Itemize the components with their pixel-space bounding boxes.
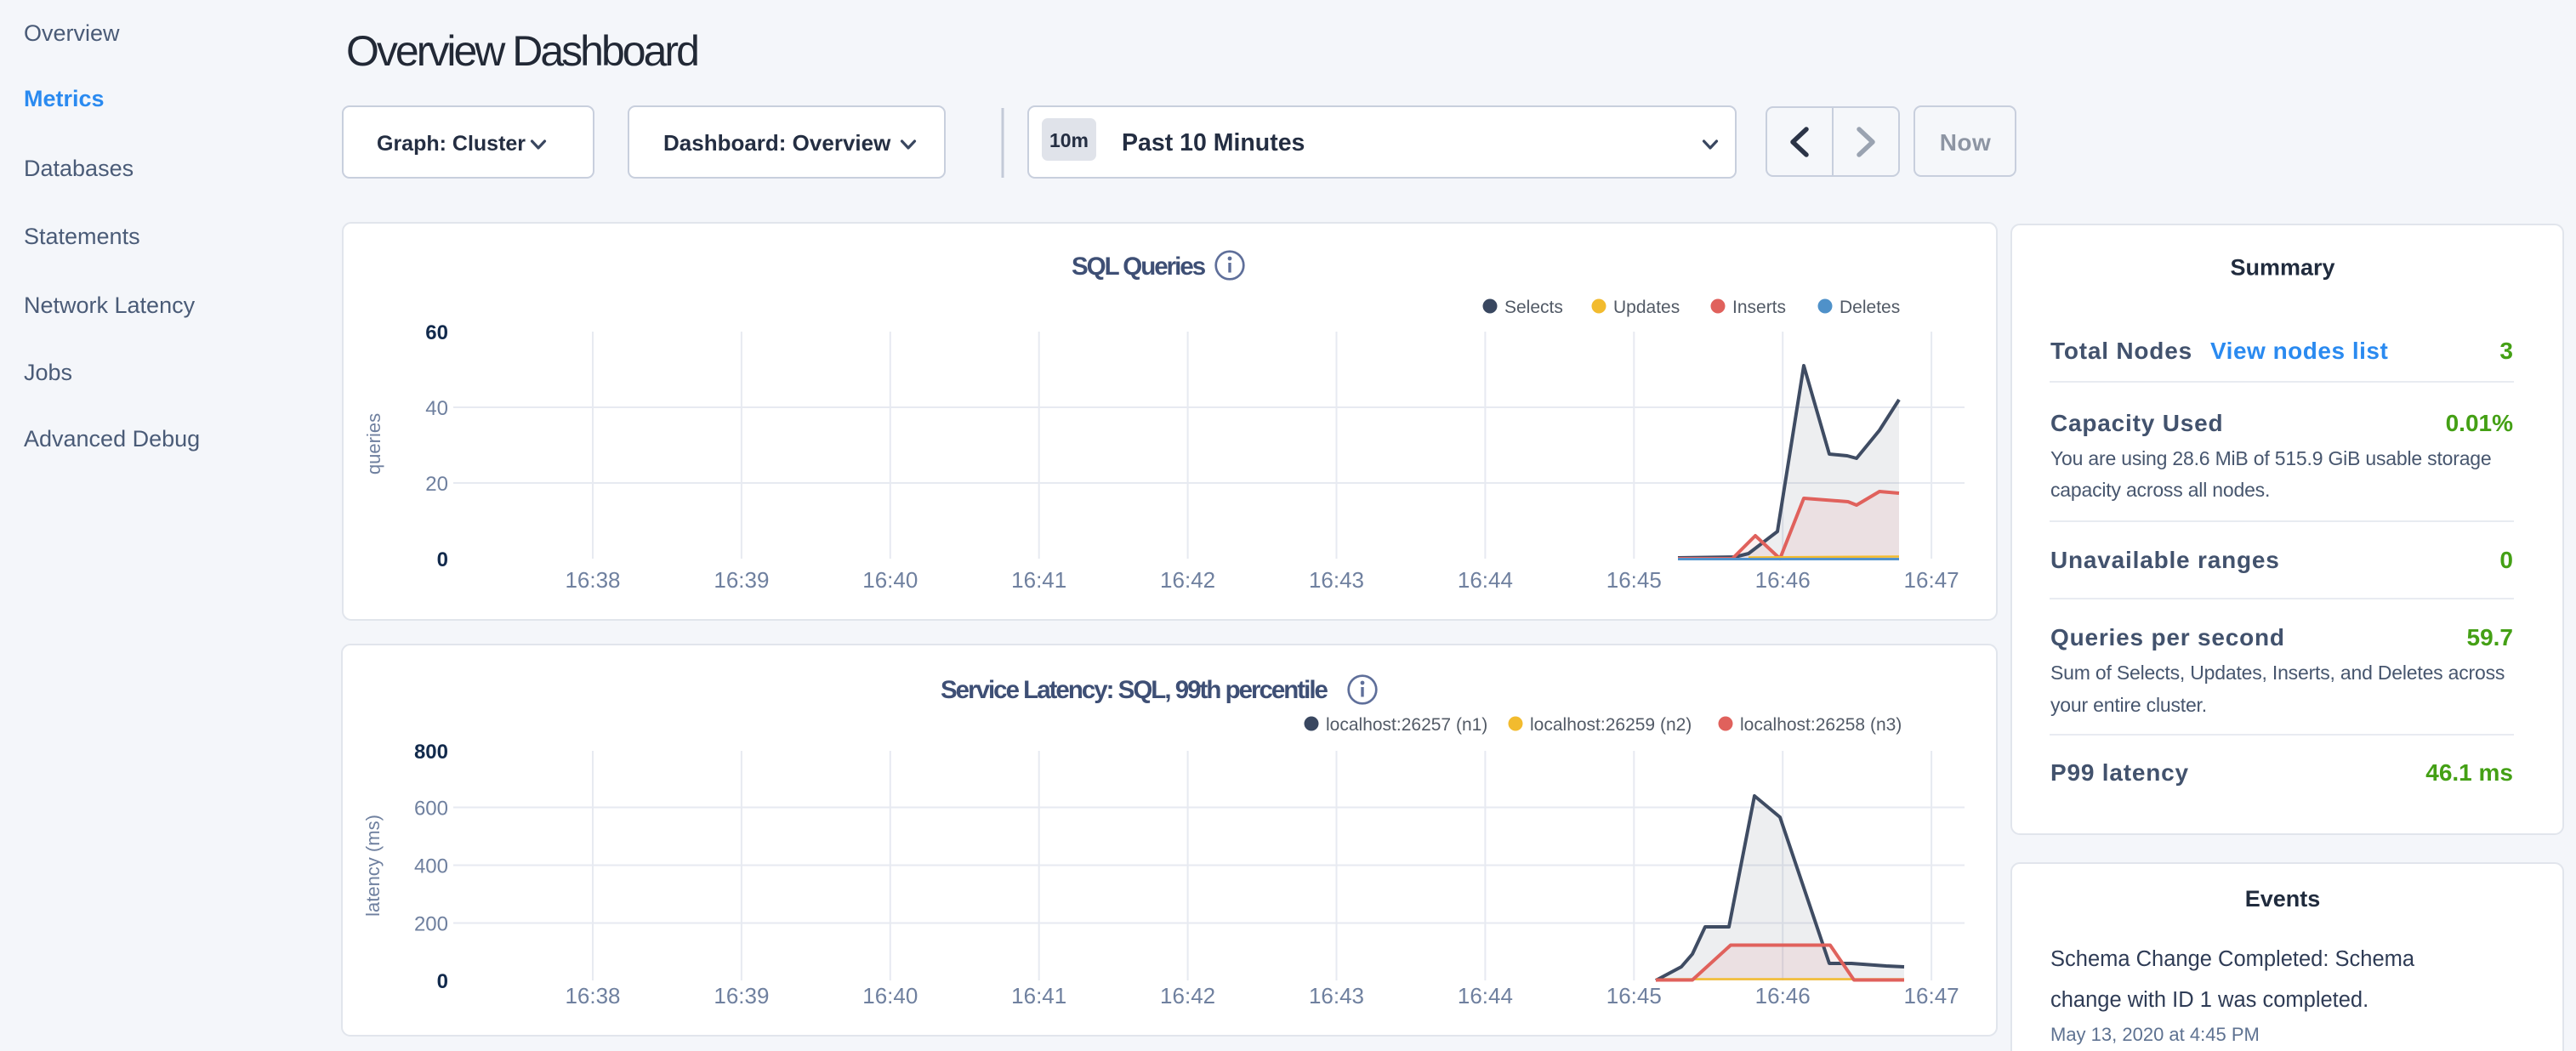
svg-text:3: 3 xyxy=(2499,338,2513,364)
svg-text:46.1 ms: 46.1 ms xyxy=(2425,759,2513,786)
svg-text:May 13, 2020 at 4:45 PM: May 13, 2020 at 4:45 PM xyxy=(2050,1024,2260,1045)
svg-text:16:38: 16:38 xyxy=(565,567,620,593)
svg-text:Databases: Databases xyxy=(24,156,134,181)
svg-text:16:46: 16:46 xyxy=(1755,983,1811,1008)
svg-text:Now: Now xyxy=(1940,129,1992,156)
svg-text:400: 400 xyxy=(414,855,448,878)
svg-text:Inserts: Inserts xyxy=(1732,298,1786,317)
svg-text:16:45: 16:45 xyxy=(1606,983,1662,1008)
svg-text:16:40: 16:40 xyxy=(862,983,918,1008)
svg-text:16:45: 16:45 xyxy=(1606,567,1662,593)
svg-text:16:42: 16:42 xyxy=(1160,983,1215,1008)
svg-text:Selects: Selects xyxy=(1504,298,1563,317)
svg-text:59.7: 59.7 xyxy=(2467,624,2514,650)
svg-text:Unavailable ranges: Unavailable ranges xyxy=(2050,547,2280,573)
svg-text:Overview Dashboard: Overview Dashboard xyxy=(346,27,697,75)
svg-text:Graph: Cluster: Graph: Cluster xyxy=(377,132,526,156)
svg-text:16:41: 16:41 xyxy=(1011,567,1066,593)
svg-text:16:46: 16:46 xyxy=(1755,567,1811,593)
svg-text:20: 20 xyxy=(425,473,448,496)
svg-text:localhost:26259 (n2): localhost:26259 (n2) xyxy=(1530,715,1692,735)
svg-text:Queries per second: Queries per second xyxy=(2050,624,2285,650)
svg-text:Summary: Summary xyxy=(2230,255,2334,281)
svg-text:latency (ms): latency (ms) xyxy=(362,815,384,917)
svg-text:600: 600 xyxy=(414,798,448,821)
svg-text:Updates: Updates xyxy=(1613,298,1680,317)
svg-text:P99 latency: P99 latency xyxy=(2050,759,2189,786)
svg-text:60: 60 xyxy=(425,321,448,344)
svg-text:16:43: 16:43 xyxy=(1309,983,1364,1008)
svg-text:16:39: 16:39 xyxy=(714,983,769,1008)
svg-text:Sum of Selects, Updates, Inser: Sum of Selects, Updates, Inserts, and De… xyxy=(2050,662,2505,684)
svg-text:10m: 10m xyxy=(1049,129,1089,151)
svg-text:Past 10 Minutes: Past 10 Minutes xyxy=(1122,129,1305,156)
svg-text:your entire cluster.: your entire cluster. xyxy=(2050,694,2207,716)
svg-text:16:44: 16:44 xyxy=(1458,983,1513,1008)
svg-text:Overview: Overview xyxy=(24,20,120,46)
svg-text:0: 0 xyxy=(2499,547,2513,573)
svg-text:16:38: 16:38 xyxy=(565,983,620,1008)
svg-text:16:47: 16:47 xyxy=(1904,983,1959,1008)
svg-text:Events: Events xyxy=(2245,886,2321,912)
svg-text:localhost:26258 (n3): localhost:26258 (n3) xyxy=(1740,715,1902,735)
svg-text:View nodes list: View nodes list xyxy=(2210,338,2388,364)
svg-text:Service Latency: SQL, 99th per: Service Latency: SQL, 99th percentile xyxy=(941,676,1328,704)
svg-text:200: 200 xyxy=(414,913,448,936)
svg-text:Network Latency: Network Latency xyxy=(24,293,196,318)
svg-text:Metrics: Metrics xyxy=(24,86,105,111)
svg-text:localhost:26257 (n1): localhost:26257 (n1) xyxy=(1326,715,1487,735)
svg-text:capacity across all nodes.: capacity across all nodes. xyxy=(2050,479,2270,501)
svg-text:0: 0 xyxy=(437,548,448,571)
svg-text:40: 40 xyxy=(425,397,448,420)
svg-text:Schema Change Completed: Schem: Schema Change Completed: Schema xyxy=(2050,947,2415,971)
svg-text:16:41: 16:41 xyxy=(1011,983,1066,1008)
svg-text:Statements: Statements xyxy=(24,224,140,249)
svg-text:16:43: 16:43 xyxy=(1309,567,1364,593)
svg-text:You are using 28.6 MiB of 515.: You are using 28.6 MiB of 515.9 GiB usab… xyxy=(2050,447,2492,469)
svg-text:0: 0 xyxy=(437,970,448,993)
svg-text:16:42: 16:42 xyxy=(1160,567,1215,593)
svg-text:16:47: 16:47 xyxy=(1904,567,1959,593)
svg-text:16:39: 16:39 xyxy=(714,567,769,593)
svg-text:16:44: 16:44 xyxy=(1458,567,1513,593)
svg-text:Jobs: Jobs xyxy=(24,360,72,385)
svg-text:Deletes: Deletes xyxy=(1840,298,1900,317)
svg-text:Advanced Debug: Advanced Debug xyxy=(24,426,200,452)
svg-text:Total Nodes: Total Nodes xyxy=(2050,338,2192,364)
svg-text:SQL Queries: SQL Queries xyxy=(1072,253,1206,281)
svg-text:800: 800 xyxy=(414,741,448,764)
svg-text:Dashboard: Overview: Dashboard: Overview xyxy=(663,130,891,156)
svg-text:Capacity Used: Capacity Used xyxy=(2050,410,2223,436)
svg-text:change with ID 1 was completed: change with ID 1 was completed. xyxy=(2050,988,2368,1012)
svg-text:0.01%: 0.01% xyxy=(2446,410,2513,436)
svg-text:queries: queries xyxy=(363,413,384,474)
svg-text:16:40: 16:40 xyxy=(862,567,918,593)
